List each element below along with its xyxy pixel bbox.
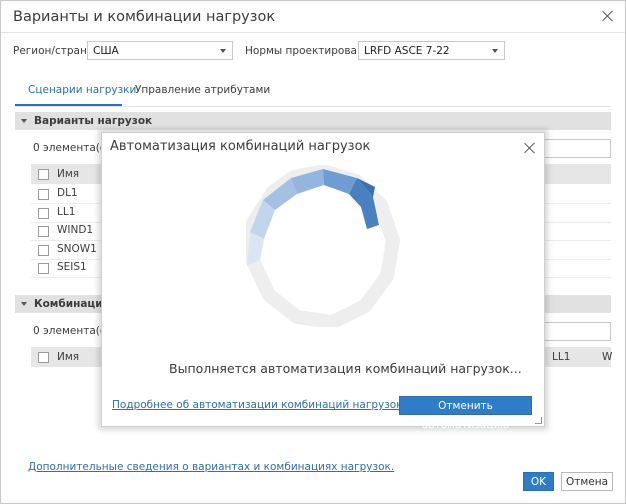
resize-grip-icon[interactable] [535,417,542,424]
title-divider [1,32,625,33]
row-label: DL1 [57,187,78,199]
collapse-triangle-icon [21,302,27,306]
row-label: SNOW1 [57,243,97,255]
row-checkbox[interactable] [38,189,49,200]
tab-load-scenarios[interactable]: Сценарии нагрузки [28,84,136,96]
cancel-button[interactable]: Отмена [561,472,613,491]
close-icon[interactable] [523,141,537,155]
row-checkbox[interactable] [38,226,49,237]
modal-title: Автоматизация комбинаций нагрузок [110,139,371,154]
norms-select[interactable]: LRFD ASCE 7-22 [358,41,505,60]
row-checkbox[interactable] [38,263,49,274]
chevron-down-icon [220,49,226,53]
ok-button[interactable]: OK [523,472,554,491]
region-value: США [93,45,119,57]
load-cases-section-header[interactable]: Варианты нагрузок [15,112,611,130]
chevron-down-icon [492,49,498,53]
region-label: Регион/страна: [13,45,97,57]
cancel-automation-button[interactable]: Отменить автоматизацию [399,396,532,431]
close-icon[interactable] [601,9,615,23]
select-all-checkbox[interactable] [38,169,49,180]
column-header-name: Имя [57,168,80,180]
row-label: WIND1 [57,224,94,236]
row-checkbox[interactable] [38,208,49,219]
column-header-name: Имя [57,351,80,363]
tab-attribute-management[interactable]: Управление атрибутами [135,84,270,96]
progress-text: Выполняется автоматизация комбинаций наг… [169,361,522,376]
column-header-ll1: LL1 [552,351,571,363]
row-label: LL1 [57,206,76,218]
tabs-divider [15,106,611,107]
collapse-triangle-icon [21,119,27,123]
row-label: SEIS1 [57,261,87,273]
region-select[interactable]: США [87,41,233,60]
column-header-w: W [602,351,613,363]
select-all-checkbox[interactable] [38,352,49,363]
row-checkbox[interactable] [38,245,49,256]
learn-more-link[interactable]: Подробнее об автоматизации комбинаций на… [112,399,403,411]
dialog-title: Варианты и комбинации нагрузок [13,9,276,25]
help-link[interactable]: Дополнительные сведения о вариантах и ко… [28,461,394,473]
load-cases-header-label: Варианты нагрузок [34,115,153,127]
automation-modal: Автоматизация комбинаций нагрузок Выполн… [101,132,545,431]
loading-spinner-icon [246,165,400,327]
norms-value: LRFD ASCE 7-22 [364,45,450,57]
